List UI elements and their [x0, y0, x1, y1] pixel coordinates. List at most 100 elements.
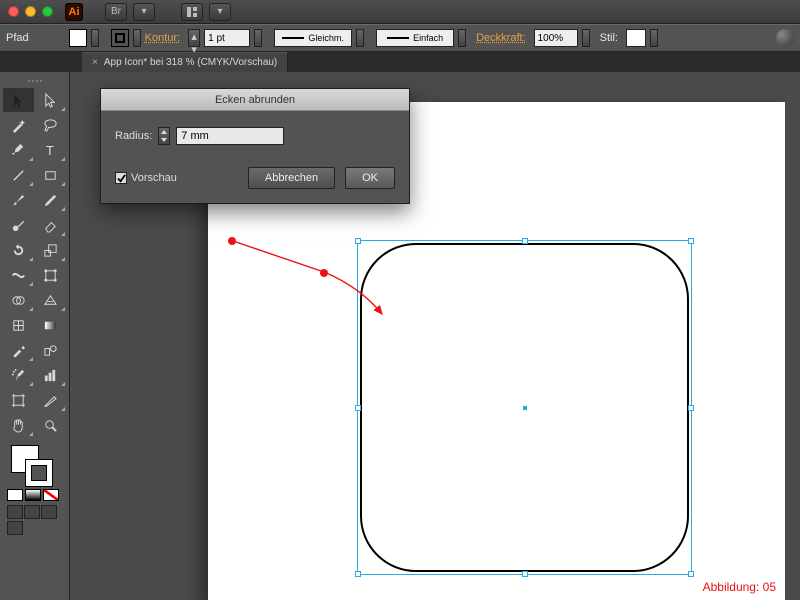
magic-wand-tool[interactable] [3, 113, 34, 137]
lasso-tool[interactable] [35, 113, 66, 137]
variable-width-profile[interactable]: Gleichm. [274, 29, 352, 47]
rectangle-tool[interactable] [35, 163, 66, 187]
none-mode-button[interactable] [43, 489, 59, 501]
stroke-weight-dropdown[interactable] [254, 29, 262, 47]
zoom-tool[interactable] [35, 413, 66, 437]
style-label: Stil: [600, 32, 618, 44]
vertical-scrollbar[interactable] [785, 72, 800, 600]
document-tab[interactable]: × App Icon* bei 318 % (CMYK/Vorschau) [82, 52, 288, 72]
resize-handle[interactable] [688, 238, 694, 244]
symbol-sprayer-tool[interactable] [3, 363, 34, 387]
center-point-icon [523, 406, 527, 410]
resize-handle[interactable] [522, 571, 528, 577]
dialog-title[interactable]: Ecken abrunden [101, 89, 409, 111]
panel-grip[interactable] [3, 76, 66, 86]
stroke-dropdown[interactable] [133, 29, 141, 47]
rotate-tool[interactable] [3, 238, 34, 262]
checkbox-icon [115, 172, 127, 184]
draw-normal-button[interactable] [7, 505, 23, 519]
preview-label: Vorschau [131, 172, 177, 184]
mesh-tool[interactable] [3, 313, 34, 337]
fill-swatch[interactable] [69, 29, 87, 47]
scale-tool[interactable] [35, 238, 66, 262]
resize-handle[interactable] [688, 405, 694, 411]
close-window-button[interactable] [8, 6, 19, 17]
fill-stroke-control[interactable] [3, 443, 66, 487]
shape-builder-tool[interactable] [3, 288, 34, 312]
selection-type-label: Pfad [6, 32, 29, 44]
graphic-style-swatch[interactable] [626, 29, 646, 47]
type-tool[interactable]: T [35, 138, 66, 162]
direct-selection-tool[interactable] [35, 88, 66, 112]
svg-text:T: T [46, 143, 54, 158]
document-tab-bar: × App Icon* bei 318 % (CMYK/Vorschau) [0, 52, 800, 72]
color-mode-button[interactable] [7, 489, 23, 501]
eraser-tool[interactable] [35, 213, 66, 237]
style-dropdown[interactable] [650, 29, 658, 47]
document-setup-icon[interactable] [776, 29, 794, 47]
eyedropper-tool[interactable] [3, 338, 34, 362]
radius-label: Radius: [115, 130, 152, 142]
width-tool[interactable] [3, 263, 34, 287]
resize-handle[interactable] [522, 238, 528, 244]
column-graph-tool[interactable] [35, 363, 66, 387]
selection-tool[interactable] [3, 88, 34, 112]
app-logo-icon: Ai [65, 3, 83, 21]
draw-inside-button[interactable] [41, 505, 57, 519]
stroke-panel-link[interactable]: Kontur: [145, 32, 180, 44]
resize-handle[interactable] [355, 405, 361, 411]
screen-mode-row [3, 521, 66, 535]
stroke-swatch[interactable] [111, 29, 129, 47]
profile-dropdown[interactable] [356, 29, 364, 47]
arrange-documents-dropdown[interactable]: ▾ [209, 3, 231, 21]
paintbrush-tool[interactable] [3, 188, 34, 212]
color-mode-row [3, 489, 66, 501]
line-segment-tool[interactable] [3, 163, 34, 187]
resize-handle[interactable] [355, 238, 361, 244]
brush-definition[interactable]: Einfach [376, 29, 454, 47]
slice-tool[interactable] [35, 388, 66, 412]
brush-dropdown[interactable] [458, 29, 466, 47]
tools-panel: T [0, 72, 70, 600]
gradient-tool[interactable] [35, 313, 66, 337]
gradient-mode-button[interactable] [25, 489, 41, 501]
free-transform-tool[interactable] [35, 263, 66, 287]
artboard-tool[interactable] [3, 388, 34, 412]
window-titlebar: Ai Br ▾ ▾ [0, 0, 800, 24]
arrange-icon [186, 6, 198, 18]
stroke-color-icon[interactable] [25, 459, 53, 487]
blend-tool[interactable] [35, 338, 66, 362]
blob-brush-tool[interactable] [3, 213, 34, 237]
cancel-button[interactable]: Abbrechen [248, 167, 335, 189]
bridge-dropdown[interactable]: ▾ [133, 3, 155, 21]
stroke-weight-field[interactable]: 1 pt [204, 29, 250, 47]
close-tab-icon[interactable]: × [92, 57, 98, 68]
radius-input[interactable]: 7 mm [176, 127, 284, 145]
radius-stepper[interactable] [158, 127, 170, 145]
pen-tool[interactable] [3, 138, 34, 162]
bridge-button[interactable]: Br [105, 3, 127, 21]
arrange-documents-button[interactable] [181, 3, 203, 21]
opacity-panel-link[interactable]: Deckkraft: [476, 32, 526, 44]
ok-button[interactable]: OK [345, 167, 395, 189]
preview-checkbox[interactable]: Vorschau [115, 172, 177, 184]
selection-bounding-box[interactable] [357, 240, 692, 575]
round-corners-dialog: Ecken abrunden Radius: 7 mm Vorschau Abb… [100, 88, 410, 204]
fill-dropdown[interactable] [91, 29, 99, 47]
draw-mode-row [3, 505, 66, 519]
hand-tool[interactable] [3, 413, 34, 437]
opacity-field[interactable]: 100% [534, 29, 578, 47]
document-tab-label: App Icon* bei 318 % (CMYK/Vorschau) [104, 57, 277, 68]
stroke-weight-stepper[interactable]: ▴▾ [188, 29, 200, 47]
window-controls [8, 6, 53, 17]
zoom-window-button[interactable] [42, 6, 53, 17]
screen-mode-button[interactable] [7, 521, 23, 535]
figure-caption: Abbildung: 05 [703, 580, 776, 594]
pencil-tool[interactable] [35, 188, 66, 212]
opacity-dropdown[interactable] [582, 29, 590, 47]
perspective-grid-tool[interactable] [35, 288, 66, 312]
draw-behind-button[interactable] [24, 505, 40, 519]
resize-handle[interactable] [355, 571, 361, 577]
minimize-window-button[interactable] [25, 6, 36, 17]
resize-handle[interactable] [688, 571, 694, 577]
